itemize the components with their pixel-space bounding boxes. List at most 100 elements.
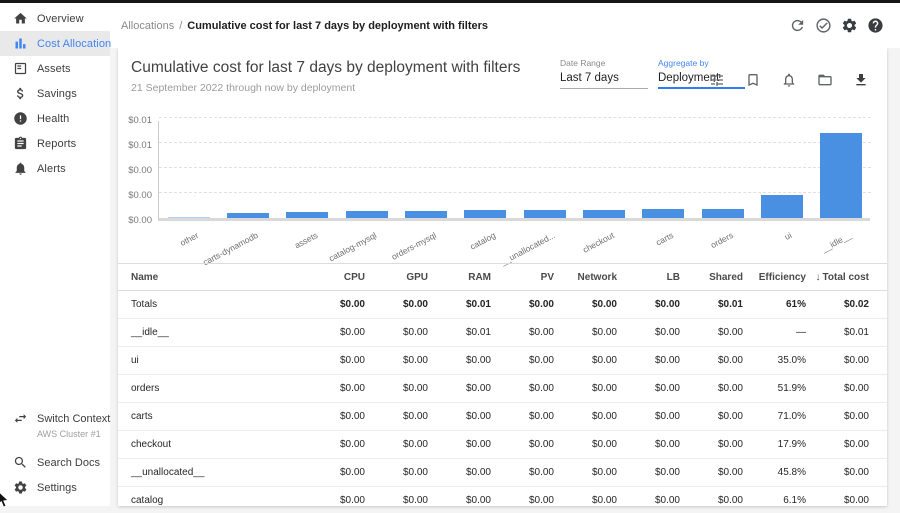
switch-context-button[interactable]: Switch Context AWS Cluster #1 bbox=[0, 409, 110, 439]
row-value-total-cost: $0.00 bbox=[808, 411, 871, 422]
row-value-shared: $0.00 bbox=[682, 439, 745, 450]
column-header-cpu[interactable]: CPU bbox=[304, 272, 367, 283]
bell-outline-icon[interactable] bbox=[781, 72, 797, 88]
row-value-total-cost: $0.00 bbox=[808, 495, 871, 506]
row-name: Totals bbox=[118, 299, 304, 310]
table-row-totals[interactable]: Totals$0.00$0.00$0.01$0.00$0.00$0.00$0.0… bbox=[118, 291, 887, 319]
check-circle-icon[interactable] bbox=[815, 17, 832, 34]
bar-carts-dynamodb[interactable] bbox=[227, 213, 269, 218]
column-header-name[interactable]: Name bbox=[118, 272, 304, 283]
chart-plot-area bbox=[158, 121, 870, 221]
row-value-network: $0.00 bbox=[556, 355, 619, 366]
row-value-cpu: $0.00 bbox=[304, 467, 367, 478]
x-axis-category-label: orders-mysql bbox=[390, 230, 438, 262]
row-value-cpu: $0.00 bbox=[304, 439, 367, 450]
row-value-cpu: $0.00 bbox=[304, 383, 367, 394]
column-header-gpu[interactable]: GPU bbox=[367, 272, 430, 283]
topbar-icons bbox=[789, 17, 884, 34]
row-value-pv: $0.00 bbox=[493, 439, 556, 450]
bell-icon bbox=[13, 161, 28, 176]
table-row-__idle__[interactable]: __idle__$0.00$0.00$0.01$0.00$0.00$0.00$0… bbox=[118, 319, 887, 347]
bar-other[interactable] bbox=[168, 217, 210, 218]
sidebar-item-overview[interactable]: Overview bbox=[0, 6, 110, 31]
table-row-carts[interactable]: carts$0.00$0.00$0.00$0.00$0.00$0.00$0.00… bbox=[118, 403, 887, 431]
help-icon[interactable] bbox=[867, 17, 884, 34]
column-header-lb[interactable]: LB bbox=[619, 272, 682, 283]
row-value-efficiency: 35.0% bbox=[745, 355, 808, 366]
date-range-select[interactable]: Last 7 days bbox=[560, 72, 648, 89]
sidebar-item-savings[interactable]: Savings bbox=[0, 81, 110, 106]
x-axis-category-label: __idle__ bbox=[820, 230, 853, 254]
bar-catalog-mysql[interactable] bbox=[346, 211, 388, 218]
row-value-total-cost: $0.00 bbox=[808, 355, 871, 366]
tune-icon[interactable] bbox=[709, 72, 725, 88]
download-icon[interactable] bbox=[853, 72, 869, 88]
settings-button[interactable]: Settings bbox=[0, 475, 110, 500]
swap-arrows-icon bbox=[13, 411, 28, 426]
column-header-total-cost[interactable]: ↓Total cost bbox=[808, 272, 871, 283]
bar-ui[interactable] bbox=[761, 195, 803, 218]
row-value-lb: $0.00 bbox=[619, 355, 682, 366]
table-row-__unallocated__[interactable]: __unallocated__$0.00$0.00$0.00$0.00$0.00… bbox=[118, 459, 887, 487]
cost-bar-chart: $0.00$0.00$0.00$0.01$0.01othercarts-dyna… bbox=[118, 121, 887, 261]
row-value-cpu: $0.00 bbox=[304, 411, 367, 422]
row-name: orders bbox=[118, 383, 304, 394]
bar-catalog[interactable] bbox=[464, 210, 506, 218]
x-axis-category-label: assets bbox=[293, 230, 319, 250]
row-value-shared: $0.00 bbox=[682, 383, 745, 394]
dollar-icon bbox=[13, 86, 28, 101]
sidebar-item-alerts[interactable]: Alerts bbox=[0, 156, 110, 181]
sidebar-item-label: Overview bbox=[37, 13, 84, 25]
row-value-efficiency: 6.1% bbox=[745, 495, 808, 506]
sidebar-item-cost-allocation[interactable]: Cost Allocation bbox=[0, 31, 110, 56]
folder-icon[interactable] bbox=[817, 72, 833, 88]
refresh-icon[interactable] bbox=[789, 17, 806, 34]
row-value-network: $0.00 bbox=[556, 411, 619, 422]
row-value-gpu: $0.00 bbox=[367, 439, 430, 450]
current-cluster-label: AWS Cluster #1 bbox=[37, 429, 110, 439]
x-axis-category-label: catalog-mysql bbox=[327, 230, 378, 263]
row-value-cpu: $0.00 bbox=[304, 495, 367, 506]
table-row-checkout[interactable]: checkout$0.00$0.00$0.00$0.00$0.00$0.00$0… bbox=[118, 431, 887, 459]
table-row-catalog[interactable]: catalog$0.00$0.00$0.00$0.00$0.00$0.00$0.… bbox=[118, 487, 887, 506]
aggregate-by-label: Aggregate by bbox=[658, 58, 745, 68]
row-value-pv: $0.00 bbox=[493, 299, 556, 310]
y-axis-tick-label: $0.00 bbox=[118, 215, 152, 226]
breadcrumb-current-page: Cumulative cost for last 7 days by deplo… bbox=[187, 20, 488, 32]
sidebar-item-label: Cost Allocation bbox=[37, 38, 111, 50]
sidebar-item-assets[interactable]: Assets bbox=[0, 56, 110, 81]
table-row-ui[interactable]: ui$0.00$0.00$0.00$0.00$0.00$0.00$0.0035.… bbox=[118, 347, 887, 375]
column-header-efficiency[interactable]: Efficiency bbox=[745, 272, 808, 283]
column-header-network[interactable]: Network bbox=[556, 272, 619, 283]
x-axis-category-label: __unallocated... bbox=[499, 230, 557, 267]
bar-assets[interactable] bbox=[286, 212, 328, 218]
column-header-ram[interactable]: RAM bbox=[430, 272, 493, 283]
bar-checkout[interactable] bbox=[583, 210, 625, 218]
row-value-gpu: $0.00 bbox=[367, 467, 430, 478]
date-range-control: Date Range Last 7 days bbox=[560, 58, 648, 89]
breadcrumb-section[interactable]: Allocations bbox=[121, 20, 174, 32]
search-docs-button[interactable]: Search Docs bbox=[0, 450, 110, 475]
reports-icon bbox=[13, 136, 28, 151]
breadcrumb-separator: / bbox=[179, 20, 182, 32]
topbar: Allocations / Cumulative cost for last 7… bbox=[110, 3, 900, 48]
health-icon bbox=[13, 111, 28, 126]
y-axis-tick-label: $0.00 bbox=[118, 165, 152, 176]
bar-carts[interactable] bbox=[642, 209, 684, 218]
sidebar-item-health[interactable]: Health bbox=[0, 106, 110, 131]
bar-chart-icon bbox=[13, 36, 28, 51]
sidebar-item-reports[interactable]: Reports bbox=[0, 131, 110, 156]
column-header-shared[interactable]: Shared bbox=[682, 272, 745, 283]
bar-__idle__[interactable] bbox=[820, 133, 862, 218]
row-value-cpu: $0.00 bbox=[304, 327, 367, 338]
gear-filled-icon[interactable] bbox=[841, 17, 858, 34]
row-value-shared: $0.00 bbox=[682, 411, 745, 422]
breadcrumb: Allocations / Cumulative cost for last 7… bbox=[121, 20, 488, 32]
bookmark-icon[interactable] bbox=[745, 72, 761, 88]
bar-orders[interactable] bbox=[702, 209, 744, 218]
row-value-lb: $0.00 bbox=[619, 467, 682, 478]
table-row-orders[interactable]: orders$0.00$0.00$0.00$0.00$0.00$0.00$0.0… bbox=[118, 375, 887, 403]
bar-__unallocated__[interactable] bbox=[524, 210, 566, 218]
bar-orders-mysql[interactable] bbox=[405, 211, 447, 218]
column-header-pv[interactable]: PV bbox=[493, 272, 556, 283]
